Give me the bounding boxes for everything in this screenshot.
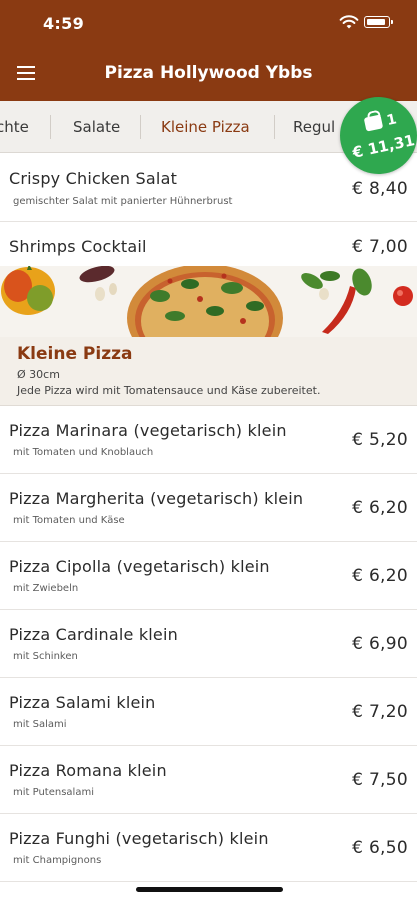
wifi-icon bbox=[339, 15, 359, 29]
item-price: € 6,50 bbox=[352, 838, 408, 858]
item-description: mit Tomaten und Knoblauch bbox=[13, 447, 154, 458]
item-name: Pizza Salami klein bbox=[9, 693, 156, 712]
cart-button[interactable]: 1 € 11,31 bbox=[340, 97, 417, 174]
menu-item-row[interactable]: Pizza Cipolla (vegetarisch) klein mit Zw… bbox=[0, 542, 417, 610]
tab-divider bbox=[140, 115, 141, 139]
item-price: € 7,00 bbox=[352, 237, 408, 257]
tab-divider bbox=[274, 115, 275, 139]
item-name: Pizza Margherita (vegetarisch) klein bbox=[9, 489, 304, 508]
app-header: 4:59 Pizza Hollywood Ybbs bbox=[0, 0, 417, 101]
item-price: € 7,50 bbox=[352, 770, 408, 790]
item-description: mit Salami bbox=[13, 719, 67, 730]
shopping-bag-icon bbox=[363, 114, 384, 132]
tab-gerichte[interactable]: chte bbox=[0, 101, 29, 152]
tab-divider bbox=[50, 115, 51, 139]
item-name: Pizza Cipolla (vegetarisch) klein bbox=[9, 557, 270, 576]
tab-kleine-pizza[interactable]: Kleine Pizza bbox=[161, 101, 250, 152]
item-description: mit Champignons bbox=[13, 855, 102, 866]
status-bar: 4:59 bbox=[0, 0, 417, 46]
menu-item-row[interactable]: Pizza Romana klein mit Putensalami € 7,5… bbox=[0, 746, 417, 814]
menu-item-row[interactable]: Pizza Margherita (vegetarisch) klein mit… bbox=[0, 474, 417, 542]
item-price: € 7,20 bbox=[352, 702, 408, 722]
menu-item-row[interactable]: Pizza Marinara (vegetarisch) klein mit T… bbox=[0, 406, 417, 474]
tab-regular-pizza[interactable]: Regul bbox=[293, 101, 335, 152]
menu-item-row[interactable]: Pizza Salami klein mit Salami € 7,20 bbox=[0, 678, 417, 746]
section-header-kleine-pizza: Kleine Pizza Ø 30cm Jede Pizza wird mit … bbox=[0, 337, 417, 406]
item-price: € 6,20 bbox=[352, 498, 408, 518]
item-description: mit Putensalami bbox=[13, 787, 94, 798]
item-name: Pizza Funghi (vegetarisch) klein bbox=[9, 829, 269, 848]
menu-item-row[interactable]: Shrimps Cocktail € 7,00 bbox=[0, 222, 417, 266]
item-description: gemischter Salat mit panierter Hühnerbru… bbox=[13, 196, 233, 207]
section-subtitle: Ø 30cm bbox=[17, 368, 60, 381]
cart-count: 1 bbox=[385, 111, 399, 130]
cart-content: 1 € 11,31 bbox=[341, 104, 417, 169]
battery-icon bbox=[364, 16, 393, 28]
item-description: mit Zwiebeln bbox=[13, 583, 79, 594]
page-title: Pizza Hollywood Ybbs bbox=[104, 63, 313, 83]
item-name: Pizza Cardinale klein bbox=[9, 625, 178, 644]
pizza-banner-image bbox=[0, 266, 417, 337]
menu-item-row[interactable]: Pizza Funghi (vegetarisch) klein mit Cha… bbox=[0, 814, 417, 882]
pizza-banner-illustration bbox=[0, 266, 417, 337]
item-description: mit Schinken bbox=[13, 651, 78, 662]
item-price: € 6,90 bbox=[352, 634, 408, 654]
section-description: Jede Pizza wird mit Tomatensauce und Käs… bbox=[17, 384, 321, 397]
item-name: Shrimps Cocktail bbox=[9, 237, 147, 256]
item-price: € 8,40 bbox=[352, 179, 408, 199]
item-name: Pizza Marinara (vegetarisch) klein bbox=[9, 421, 287, 440]
item-price: € 5,20 bbox=[352, 430, 408, 450]
home-indicator[interactable] bbox=[136, 887, 283, 892]
item-name: Pizza Romana klein bbox=[9, 761, 167, 780]
section-title: Kleine Pizza bbox=[17, 344, 133, 364]
status-time: 4:59 bbox=[43, 14, 84, 33]
item-name: Crispy Chicken Salat bbox=[9, 169, 178, 188]
cart-total: € 11,31 bbox=[350, 131, 417, 162]
tab-salate[interactable]: Salate bbox=[73, 101, 120, 152]
menu-item-row[interactable]: Pizza Cardinale klein mit Schinken € 6,9… bbox=[0, 610, 417, 678]
item-price: € 6,20 bbox=[352, 566, 408, 586]
item-description: mit Tomaten und Käse bbox=[13, 515, 125, 526]
